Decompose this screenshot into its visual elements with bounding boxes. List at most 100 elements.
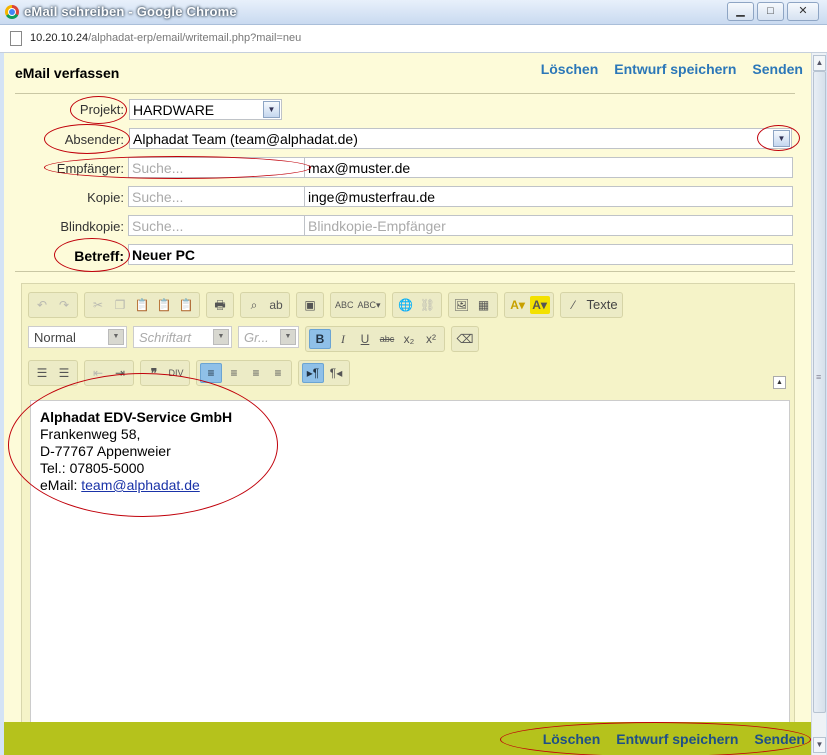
page-icon — [10, 31, 22, 46]
cut-icon[interactable]: ✂ — [88, 296, 108, 314]
spellcheck-dropdown-icon[interactable]: ABC▾ — [357, 296, 382, 314]
cc-search-input[interactable]: Suche... — [128, 186, 306, 207]
editor-toolbar-row-2: Normal ▼ Schriftart ▼ Gr... ▼ B I U abc … — [28, 326, 479, 352]
cc-field[interactable]: inge@musterfrau.de — [304, 186, 793, 207]
redo-icon[interactable]: ↷ — [54, 296, 74, 314]
send-link[interactable]: Senden — [752, 61, 803, 77]
superscript-icon[interactable]: x² — [421, 330, 441, 348]
blockquote-icon[interactable]: ❞ — [144, 364, 164, 382]
compose-page: eMail verfassen Löschen Entwurf speicher… — [4, 53, 811, 755]
copy-icon[interactable]: ❐ — [110, 296, 130, 314]
spellcheck-icon[interactable]: ABC — [334, 296, 355, 314]
table-icon[interactable]: ▦ — [474, 296, 494, 314]
select-all-icon[interactable]: ▣ — [300, 296, 320, 314]
footer-save-draft-link[interactable]: Entwurf speichern — [616, 731, 738, 747]
replace-icon[interactable]: ab — [266, 296, 286, 314]
delete-link[interactable]: Löschen — [541, 61, 599, 77]
minimize-button[interactable]: ▁ — [727, 2, 754, 21]
scroll-thumb[interactable] — [813, 71, 826, 713]
image-icon[interactable]: 🖼 — [452, 296, 472, 314]
background-color-icon[interactable]: A▾ — [529, 296, 550, 314]
block-group: ❞ DIV — [140, 360, 190, 386]
list-group: ☰ ☰ — [28, 360, 78, 386]
select-all-group: ▣ — [296, 292, 324, 318]
footer-send-link[interactable]: Senden — [754, 731, 805, 747]
bold-icon[interactable]: B — [309, 329, 331, 349]
footer-delete-link[interactable]: Löschen — [543, 731, 601, 747]
sender-select[interactable]: Alphadat Team (team@alphadat.de) ▼ — [129, 128, 792, 149]
ltr-icon[interactable]: ▸¶ — [302, 363, 324, 383]
align-center-icon[interactable]: ≡ — [224, 364, 244, 382]
to-row: Empfänger: — [4, 159, 124, 179]
window-controls: ▁ □ ✕ — [727, 2, 819, 21]
subject-row: Betreff: — [4, 246, 124, 266]
project-select[interactable]: HARDWARE ▼ — [129, 99, 282, 120]
maximize-button[interactable]: □ — [757, 2, 784, 21]
eraser-icon[interactable]: ⌫ — [455, 330, 475, 348]
paste-word-icon[interactable]: 📋 — [176, 296, 196, 314]
editor-toolbar-row-3: ☰ ☰ ⇤ ⇥ ❞ DIV ≡ ≡ ≡ ≡ ▸¶ ¶◂ — [28, 360, 350, 386]
editor-body[interactable]: Alphadat EDV-Service GmbH Frankenweg 58,… — [30, 400, 790, 754]
indent-group: ⇤ ⇥ — [84, 360, 134, 386]
signature-phone: Tel.: 07805-5000 — [40, 460, 145, 476]
remove-format-group: ⌫ — [451, 326, 479, 352]
subscript-icon[interactable]: x₂ — [399, 330, 419, 348]
text-color-icon[interactable]: A▾ — [508, 296, 528, 314]
save-draft-link[interactable]: Entwurf speichern — [614, 61, 736, 77]
cc-label: Kopie: — [87, 190, 124, 205]
project-row: Projekt: — [4, 100, 124, 120]
texte-button[interactable]: Texte — [586, 296, 619, 314]
underline-icon[interactable]: U — [355, 330, 375, 348]
font-select[interactable]: Schriftart ▼ — [133, 326, 232, 348]
header-actions: Löschen Entwurf speichern Senden — [541, 61, 803, 77]
undo-icon[interactable]: ↶ — [32, 296, 52, 314]
rtl-icon[interactable]: ¶◂ — [326, 364, 346, 382]
chevron-down-icon: ▼ — [263, 101, 280, 118]
sender-label: Absender: — [64, 132, 124, 147]
divider — [15, 93, 795, 94]
outdent-icon[interactable]: ⇤ — [88, 364, 108, 382]
scroll-down-icon[interactable]: ▼ — [813, 737, 826, 753]
chrome-icon — [5, 5, 19, 19]
to-search-input[interactable]: Suche... — [128, 157, 306, 178]
window-title: eMail schreiben - Google Chrome — [24, 4, 237, 19]
strikethrough-icon[interactable]: abc — [377, 330, 397, 348]
bulleted-list-icon[interactable]: ☰ — [54, 364, 74, 382]
bcc-search-input[interactable]: Suche... — [128, 215, 306, 236]
link-icon[interactable]: 🌐 — [396, 296, 416, 314]
scroll-up-icon[interactable]: ▲ — [813, 55, 826, 71]
address-bar[interactable]: 10.20.10.24/alphadat-erp/email/writemail… — [0, 25, 827, 53]
cc-row: Kopie: — [4, 188, 124, 208]
paste-icon[interactable]: 📋 — [132, 296, 152, 314]
numbered-list-icon[interactable]: ☰ — [32, 364, 52, 382]
clipboard-group: ✂ ❐ 📋 📋 📋 — [84, 292, 200, 318]
signature-city: D-77767 Appenweier — [40, 443, 171, 459]
print-icon[interactable]: 🖶 — [210, 296, 230, 314]
insert-group: 🖼 ▦ — [447, 292, 498, 318]
window-titlebar: eMail schreiben - Google Chrome ▁ □ ✕ — [0, 0, 827, 25]
url-text[interactable]: 10.20.10.24/alphadat-erp/email/writemail… — [30, 32, 301, 44]
unlink-icon[interactable]: ⛓ — [418, 296, 438, 314]
indent-icon[interactable]: ⇥ — [110, 364, 130, 382]
paste-text-icon[interactable]: 📋 — [154, 296, 174, 314]
undo-group: ↶ ↷ — [28, 292, 78, 318]
find-icon[interactable]: ⌕ — [244, 296, 264, 314]
vertical-scrollbar[interactable]: ▲ ▼ — [811, 53, 826, 755]
italic-icon[interactable]: I — [333, 330, 353, 348]
footer-actions: Löschen Entwurf speichern Senden — [543, 731, 805, 747]
signature-email-link[interactable]: team@alphadat.de — [81, 477, 200, 493]
div-icon[interactable]: DIV — [166, 364, 186, 382]
bcc-field[interactable]: Blindkopie-Empfänger — [304, 215, 793, 236]
collapse-toolbar-icon[interactable]: ▲ — [773, 376, 786, 389]
size-select[interactable]: Gr... ▼ — [238, 326, 299, 348]
format-select[interactable]: Normal ▼ — [28, 326, 127, 348]
subject-input[interactable]: Neuer PC — [128, 244, 793, 265]
signature: Alphadat EDV-Service GmbH Frankenweg 58,… — [40, 409, 232, 494]
align-right-icon[interactable]: ≡ — [246, 364, 266, 382]
align-justify-icon[interactable]: ≡ — [268, 364, 288, 382]
to-field[interactable]: max@muster.de — [304, 157, 793, 178]
find-group: ⌕ ab — [240, 292, 290, 318]
close-button[interactable]: ✕ — [787, 2, 819, 21]
align-left-icon[interactable]: ≡ — [200, 363, 222, 383]
align-group: ≡ ≡ ≡ ≡ — [196, 360, 292, 386]
